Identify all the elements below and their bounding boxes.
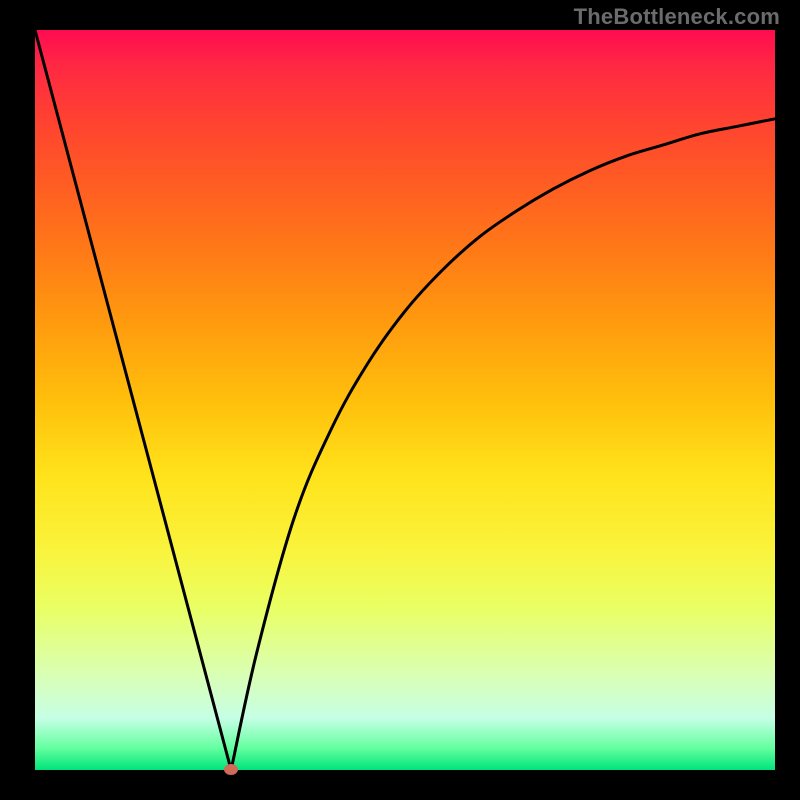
plot-area: [35, 30, 775, 770]
series-right-curve: [231, 119, 775, 770]
attribution-label: TheBottleneck.com: [574, 4, 780, 30]
chart-lines: [35, 30, 775, 770]
series-left-line: [35, 30, 231, 770]
minimum-marker: [224, 764, 238, 775]
chart-frame: TheBottleneck.com: [0, 0, 800, 800]
